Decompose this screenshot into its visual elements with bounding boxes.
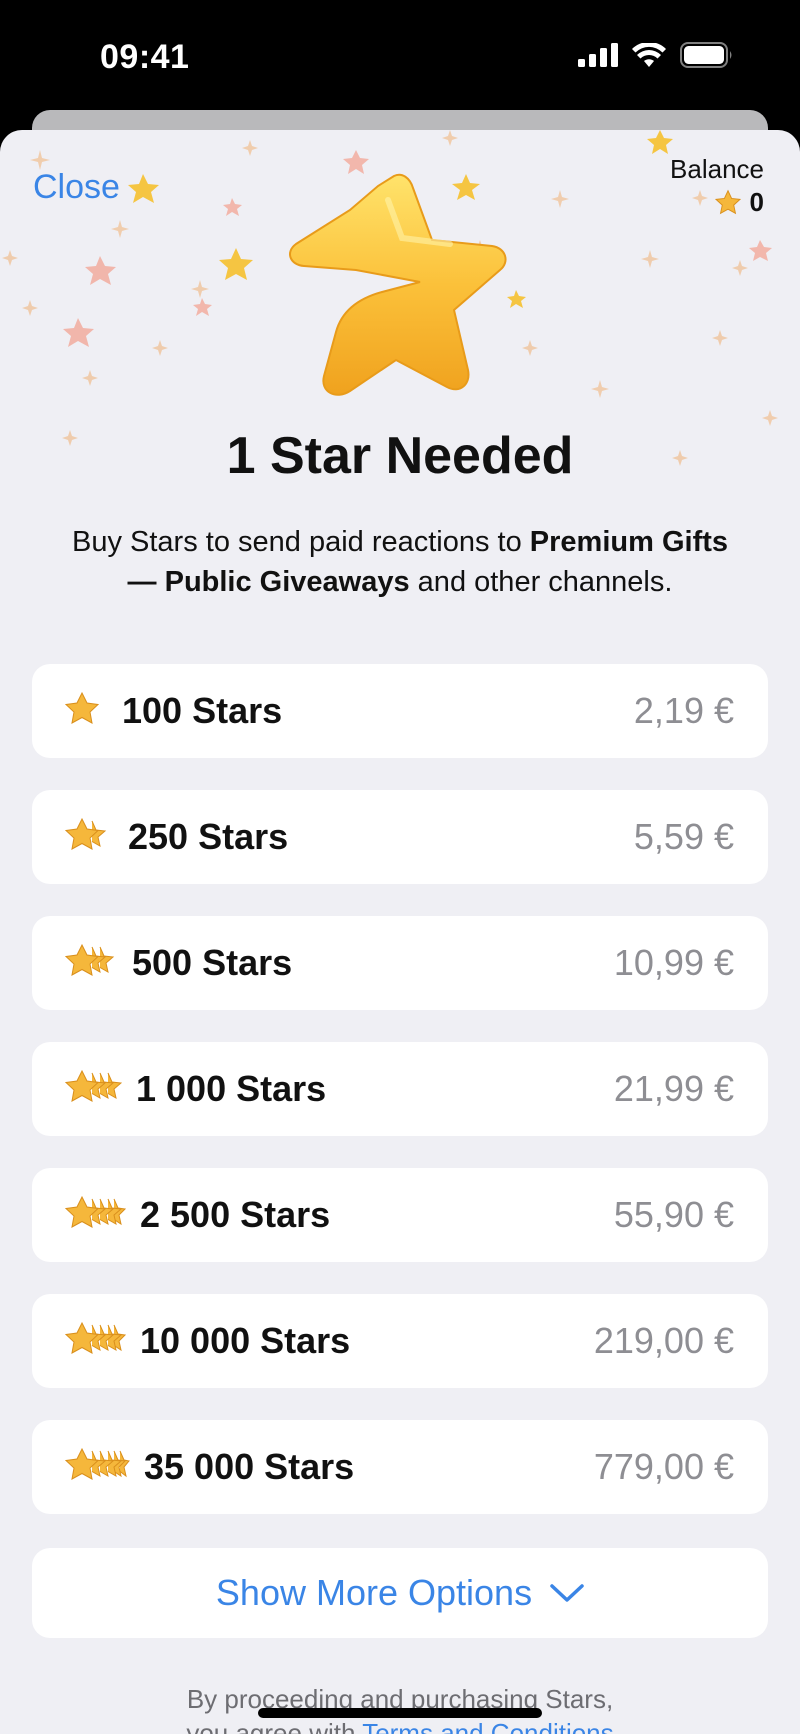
stars-stack-icon xyxy=(62,943,118,983)
hero-star-icon xyxy=(289,173,507,396)
show-more-options-label: Show More Options xyxy=(215,1572,533,1613)
legal-line-2-text: you agree with xyxy=(186,1718,363,1734)
close-button[interactable]: Close xyxy=(33,168,120,207)
wifi-icon xyxy=(632,43,666,67)
stars-stack-icon xyxy=(62,1447,130,1487)
option-label: 500 Stars xyxy=(132,942,293,983)
option-label: 100 Stars xyxy=(122,690,283,731)
subtitle: Buy Stars to send paid reactions to Prem… xyxy=(60,522,740,602)
cellular-signal-icon xyxy=(578,43,618,67)
subtitle-text: Buy Stars to send paid reactions to xyxy=(71,526,530,558)
option-price: 779,00 € xyxy=(593,1446,734,1487)
option-price: 5,59 € xyxy=(633,816,734,857)
option-label: 10 000 Stars xyxy=(140,1320,351,1361)
star-icon xyxy=(714,189,741,214)
chevron-down-icon xyxy=(550,1584,584,1602)
option-price: 55,90 € xyxy=(613,1194,734,1235)
subtitle-text-end: and other channels. xyxy=(409,566,673,598)
stars-stack-icon xyxy=(62,1195,126,1235)
option-10000-stars[interactable]: 10 000 Stars 219,00 € xyxy=(32,1294,768,1388)
battery-icon xyxy=(680,42,732,68)
option-35000-stars[interactable]: 35 000 Stars 779,00 € xyxy=(32,1420,768,1514)
option-price: 10,99 € xyxy=(613,942,734,983)
buy-stars-sheet: Close Balance 0 1 Star Needed Buy Stars … xyxy=(0,130,800,1734)
option-1000-stars[interactable]: 1 000 Stars 21,99 € xyxy=(32,1042,768,1136)
status-bar: 09:41 xyxy=(0,0,800,110)
stars-stack-icon xyxy=(62,1069,122,1109)
show-more-options-button[interactable]: Show More Options xyxy=(32,1548,768,1638)
option-500-stars[interactable]: 500 Stars 10,99 € xyxy=(32,916,768,1010)
option-label: 2 500 Stars xyxy=(140,1194,331,1235)
balance: Balance 0 xyxy=(670,154,764,218)
home-indicator xyxy=(258,1708,542,1718)
balance-value: 0 xyxy=(749,187,764,217)
option-label: 35 000 Stars xyxy=(144,1446,355,1487)
stars-stack-icon xyxy=(62,1321,126,1361)
balance-label: Balance xyxy=(670,154,764,184)
status-icons xyxy=(578,42,734,68)
option-100-stars[interactable]: 100 Stars 2,19 € xyxy=(32,664,768,758)
stars-stack-icon xyxy=(62,691,108,731)
option-label: 1 000 Stars xyxy=(136,1068,327,1109)
terms-link[interactable]: Terms and Conditions xyxy=(362,1718,613,1734)
stars-stack-icon xyxy=(62,817,114,857)
option-label: 250 Stars xyxy=(128,816,289,857)
legal-line-2: you agree with Terms and Conditions xyxy=(0,1716,800,1734)
option-price: 2,19 € xyxy=(633,690,734,731)
option-2500-stars[interactable]: 2 500 Stars 55,90 € xyxy=(32,1168,768,1262)
option-price: 219,00 € xyxy=(593,1320,734,1361)
page-title: 1 Star Needed xyxy=(226,427,574,485)
option-price: 21,99 € xyxy=(613,1068,734,1109)
status-time: 09:41 xyxy=(100,38,190,76)
option-250-stars[interactable]: 250 Stars 5,59 € xyxy=(32,790,768,884)
